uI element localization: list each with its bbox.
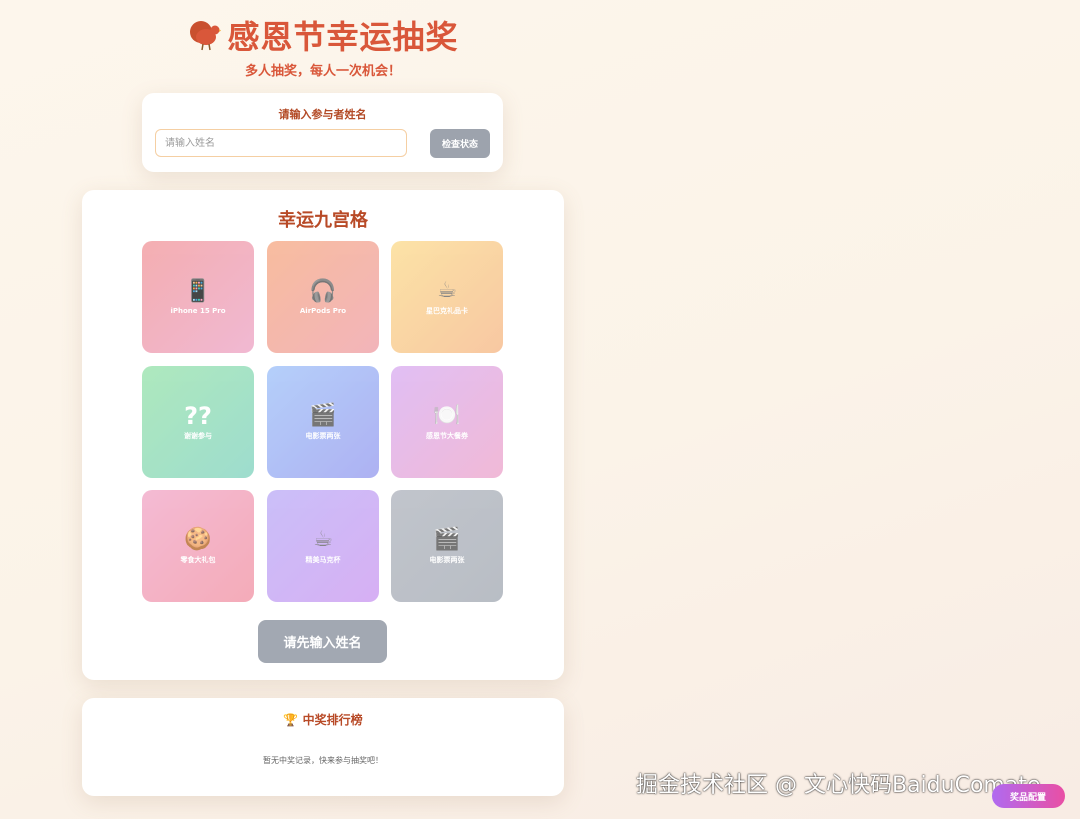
coffee-icon: ☕ [437,278,457,303]
prize-cell: ☕ 精美马克杯 [267,490,379,602]
clapperboard-icon: 🎬 [309,403,337,428]
leaderboard-card: 🏆 中奖排行榜 暂无中奖记录，快来参与抽奖吧！ [82,698,564,796]
prize-cell: ?? 谢谢参与 [142,366,254,478]
prize-label: iPhone 15 Pro [170,307,226,315]
prize-label: AirPods Pro [299,307,347,315]
prize-cell: ☕ 星巴克礼品卡 [391,241,503,353]
leaderboard-title-text: 中奖排行榜 [302,713,363,727]
name-input[interactable] [155,129,407,157]
grid-title: 幸运九宫格 [278,210,368,231]
prize-label: 谢谢参与 [184,432,212,440]
participant-label: 请输入参与者姓名 [278,108,367,121]
prize-cell: 🍽️ 感恩节大餐券 [391,366,503,478]
cookie-icon: 🍪 [184,527,212,552]
turkey-icon [190,21,222,51]
prize-cell: 🎧 AirPods Pro [267,241,379,353]
question-icon: ?? [184,402,212,430]
prize-label: 电影票两张 [305,432,341,440]
participant-card: 请输入参与者姓名 检查状态 [142,93,503,172]
title-row: 感恩节幸运抽奖 [82,12,564,58]
prize-label: 零食大礼包 [180,556,216,564]
prize-label: 精美马克杯 [305,556,341,564]
leaderboard-empty-text: 暂无中奖记录，快来参与抽奖吧！ [263,756,383,765]
prize-label: 感恩节大餐券 [426,432,468,440]
draw-button[interactable]: 请先输入姓名 [258,620,387,663]
prize-cell: 🎬 电影票两张 [267,366,379,478]
dinner-plate-icon: 🍽️ [433,403,461,428]
trophy-icon: 🏆 [283,713,299,727]
phone-icon: 📱 [184,279,212,304]
page-title: 感恩节幸运抽奖 [227,18,459,56]
prize-config-button[interactable]: 奖品配置 [992,784,1065,808]
lottery-grid-card: 幸运九宫格 📱 iPhone 15 Pro 🎧 AirPods Pro ☕ 星巴… [82,190,564,680]
prize-cell: 🍪 零食大礼包 [142,490,254,602]
prize-label: 电影票两张 [429,556,465,564]
leaderboard-title: 🏆 中奖排行榜 [82,711,564,728]
headphones-icon: 🎧 [309,279,337,304]
mug-icon: ☕ [313,527,333,552]
page-header: 感恩节幸运抽奖 多人抽奖，每人一次机会！ [82,12,564,79]
prize-label: 星巴克礼品卡 [426,307,468,315]
lottery-grid: 📱 iPhone 15 Pro 🎧 AirPods Pro ☕ 星巴克礼品卡 ?… [142,241,503,602]
page-subtitle: 多人抽奖，每人一次机会！ [244,64,401,79]
prize-cell: 🎬 电影票两张 [391,490,503,602]
clapperboard-icon: 🎬 [433,527,461,552]
prize-cell: 📱 iPhone 15 Pro [142,241,254,353]
check-status-button[interactable]: 检查状态 [430,129,490,158]
